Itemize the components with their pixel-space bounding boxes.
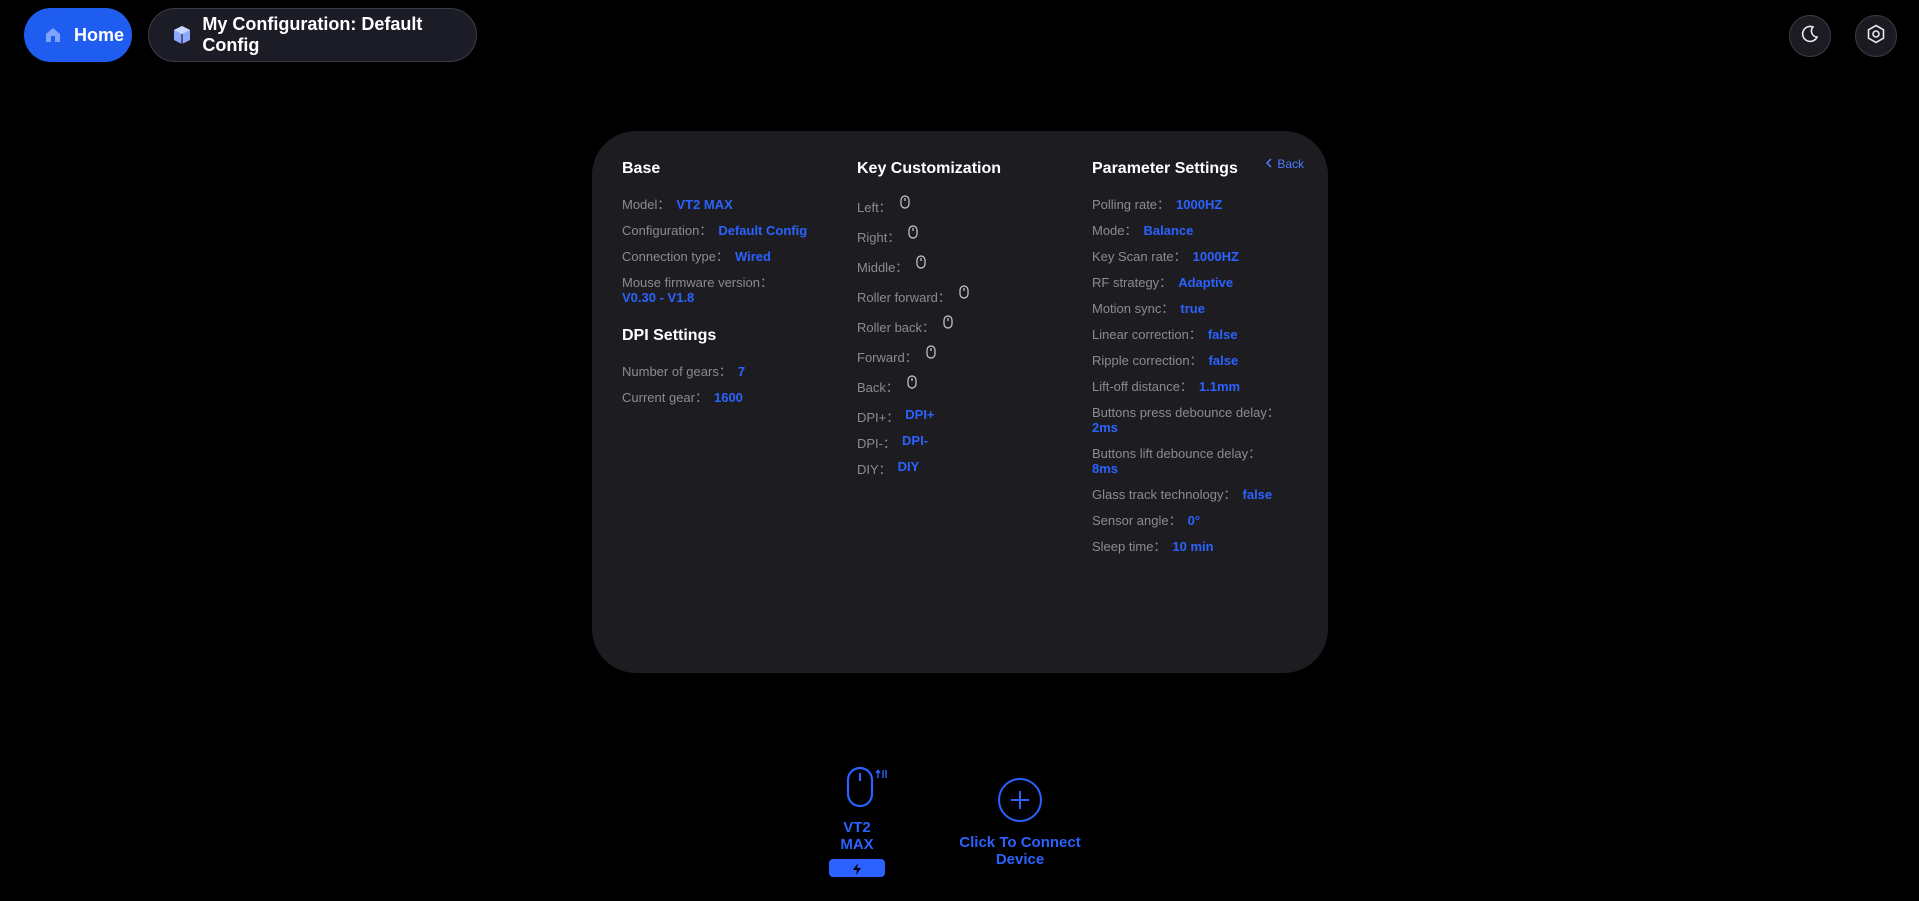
configuration-row: Configuration： Default Config: [622, 223, 808, 238]
polling-row: Polling rate： 1000HZ: [1092, 197, 1223, 212]
battery-indicator: [829, 859, 885, 877]
key-roller-forward-row[interactable]: Roller forward：: [857, 285, 1077, 317]
device-card[interactable]: VT2 MAX: [826, 766, 888, 877]
params-title: Parameter Settings: [1092, 160, 1238, 177]
sensor-angle-row: Sensor angle： 0°: [1092, 513, 1201, 528]
mode-row: Mode： Balance: [1092, 223, 1194, 238]
configuration-button[interactable]: My Configuration: Default Config: [148, 8, 477, 62]
lift-debounce-value: 8ms: [1092, 461, 1119, 476]
mouse-forward-icon: [926, 345, 936, 362]
mouse-middle-icon: [916, 255, 926, 272]
configuration-panel: Back Base Model： VT2 MAX Configuration： De…: [592, 131, 1328, 673]
gears-row: Number of gears： 7: [622, 364, 746, 379]
current-gear-row: Current gear： 1600: [622, 390, 743, 405]
connect-label: Click To Connect Device: [959, 834, 1081, 868]
dpi-title: DPI Settings: [622, 327, 717, 344]
settings-button[interactable]: [1855, 15, 1897, 57]
key-dpi-plus-row[interactable]: DPI+： DPI+: [857, 407, 1077, 433]
firmware-value: V0.30 - V1.8: [622, 290, 695, 305]
dpi-plus-value: DPI+: [905, 407, 935, 422]
firmware-row: Mouse firmware version： V0.30 - V1.8: [622, 275, 842, 305]
glass-row: Glass track technology： false: [1092, 487, 1273, 502]
diy-value: DIY: [897, 459, 920, 474]
cube-icon: [171, 24, 192, 46]
key-diy-row[interactable]: DIY： DIY: [857, 459, 1077, 485]
motion-row: Motion sync： true: [1092, 301, 1205, 316]
mouse-right-icon: [908, 225, 918, 242]
mouse-left-icon: [900, 195, 910, 212]
home-icon: [42, 24, 64, 46]
mouse-roller-forward-icon: [959, 285, 969, 302]
key-right-row[interactable]: Right：: [857, 225, 1077, 257]
press-debounce-value: 2ms: [1092, 420, 1119, 435]
glass-value: false: [1242, 487, 1273, 502]
mouse-back-icon: [907, 375, 917, 392]
home-label: Home: [74, 24, 125, 45]
connection-value: Wired: [734, 249, 771, 264]
connect-device-button[interactable]: Click To Connect Device: [935, 778, 1105, 868]
mode-value: Balance: [1143, 223, 1194, 238]
lift-debounce-row: Buttons lift debounce delay： 8ms: [1092, 446, 1297, 476]
sensor-angle-value: 0°: [1187, 513, 1201, 528]
key-left-row[interactable]: Left：: [857, 195, 1077, 227]
ripple-value: false: [1208, 353, 1239, 368]
keyscan-row: Key Scan rate： 1000HZ: [1092, 249, 1239, 264]
plus-icon: [998, 778, 1042, 822]
keys-column: Key Customization Left： Right： Middle： R…: [857, 160, 1077, 485]
moon-icon: [1800, 24, 1820, 49]
device-name: VT2 MAX: [840, 819, 874, 853]
ripple-row: Ripple correction： false: [1092, 353, 1239, 368]
press-debounce-row: Buttons press debounce delay： 2ms: [1092, 405, 1297, 435]
base-column: Base Model： VT2 MAX Configuration： Default…: [622, 160, 842, 416]
motion-value: true: [1180, 301, 1205, 316]
model-value: VT2 MAX: [676, 197, 733, 212]
linear-row: Linear correction： false: [1092, 327, 1238, 342]
home-button[interactable]: Home: [24, 8, 132, 62]
polling-value: 1000HZ: [1176, 197, 1223, 212]
configuration-value: Default Config: [718, 223, 808, 238]
key-forward-row[interactable]: Forward：: [857, 345, 1077, 377]
mouse-roller-back-icon: [943, 315, 953, 332]
liftoff-row: Lift-off distance： 1.1mm: [1092, 379, 1241, 394]
gears-value: 7: [737, 364, 746, 379]
key-back-row[interactable]: Back：: [857, 375, 1077, 407]
keyscan-value: 1000HZ: [1192, 249, 1239, 264]
key-roller-back-row[interactable]: Roller back：: [857, 315, 1077, 347]
model-row: Model： VT2 MAX: [622, 197, 733, 212]
rf-row: RF strategy： Adaptive: [1092, 275, 1234, 290]
mouse-device-icon: [846, 766, 890, 813]
charging-icon: [851, 862, 863, 880]
keys-title: Key Customization: [857, 160, 1002, 177]
sleep-value: 10 min: [1172, 539, 1214, 554]
current-gear-value: 1600: [713, 390, 743, 405]
params-column: Parameter Settings Polling rate： 1000HZ M…: [1092, 160, 1297, 565]
configuration-label: My Configuration: Default Config: [202, 14, 423, 55]
gear-icon: [1866, 24, 1886, 49]
sleep-row: Sleep time： 10 min: [1092, 539, 1214, 554]
linear-value: false: [1207, 327, 1238, 342]
base-title: Base: [622, 160, 661, 177]
connection-row: Connection type： Wired: [622, 249, 771, 264]
theme-toggle-button[interactable]: [1789, 15, 1831, 57]
rf-value: Adaptive: [1178, 275, 1234, 290]
liftoff-value: 1.1mm: [1198, 379, 1241, 394]
key-dpi-minus-row[interactable]: DPI-： DPI-: [857, 433, 1077, 459]
dpi-minus-value: DPI-: [902, 433, 929, 448]
key-middle-row[interactable]: Middle：: [857, 255, 1077, 287]
